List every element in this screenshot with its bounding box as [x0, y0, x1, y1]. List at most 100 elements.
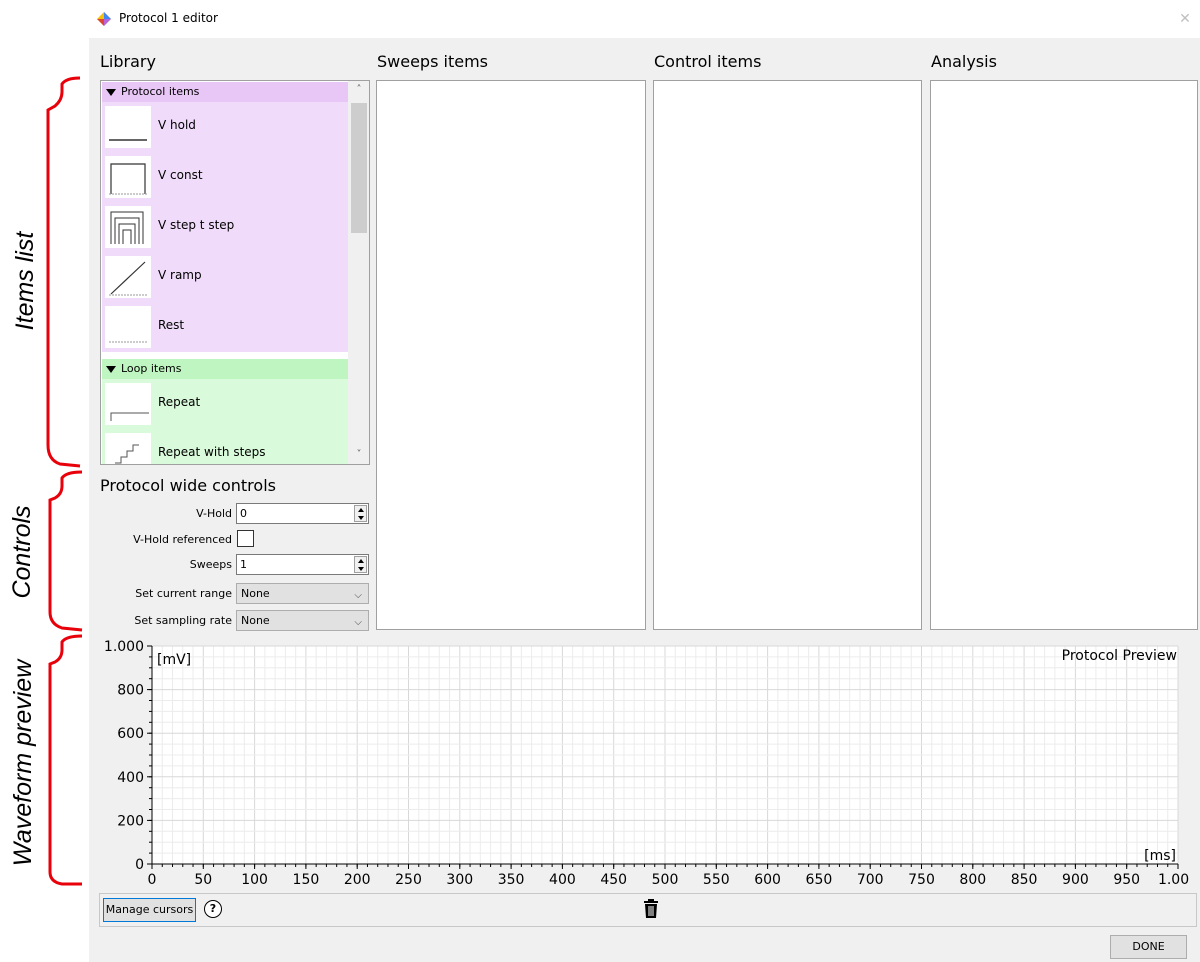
x-tick-label: 300 — [446, 872, 473, 888]
x-tick-label: 50 — [194, 872, 212, 888]
library-item-v-ramp[interactable]: V ramp — [102, 252, 348, 302]
sampling-rate-label: Set sampling rate — [134, 614, 232, 627]
x-tick-label: 0 — [148, 872, 157, 888]
scroll-down-icon[interactable]: ˅ — [348, 446, 369, 464]
chevron-down-icon: ⌵ — [354, 590, 362, 601]
chart-svg: 0 50 100 150 200 250 300 350 400 450 500 550 600 650 7… — [104, 639, 1190, 888]
x-tick-label: 250 — [395, 872, 422, 888]
close-icon[interactable]: ✕ — [1170, 0, 1200, 38]
manage-cursors-button[interactable]: Manage cursors — [103, 898, 196, 922]
done-button[interactable]: DONE — [1110, 935, 1187, 959]
section-title: Protocol items — [121, 85, 200, 98]
y-tick-label: 600 — [117, 726, 144, 742]
x-tick-label: 850 — [1011, 872, 1038, 888]
controls-bracket — [48, 470, 83, 632]
x-tick-label: 450 — [600, 872, 627, 888]
chart-toolbar: Manage cursors ? — [99, 893, 1197, 927]
library-item-label: V const — [158, 168, 203, 182]
x-axis-label: [ms] — [1144, 848, 1176, 864]
library-item-rest[interactable]: Rest — [102, 302, 348, 352]
x-tick-label: 800 — [959, 872, 986, 888]
controls-annotation: Controls — [8, 505, 36, 599]
items-list-annotation: Items list — [11, 231, 39, 331]
current-range-label: Set current range — [135, 587, 232, 600]
y-tick-label: 400 — [117, 770, 144, 786]
sweeps-items-panel[interactable] — [376, 80, 646, 630]
library-item-label: V step t step — [158, 218, 235, 232]
protocol-wide-controls-heading: Protocol wide controls — [100, 476, 276, 495]
x-tick-label: 100 — [241, 872, 268, 888]
x-tick-label: 900 — [1062, 872, 1089, 888]
library-item-v-hold[interactable]: V hold — [102, 102, 348, 152]
v-step-icon — [105, 206, 151, 248]
library-item-label: V hold — [158, 118, 196, 132]
vhold-referenced-checkbox[interactable] — [237, 530, 254, 547]
x-tick-label: 200 — [344, 872, 371, 888]
help-icon[interactable]: ? — [204, 900, 222, 918]
control-items-panel[interactable] — [653, 80, 922, 630]
library-scrollbar[interactable]: ˄ ˅ — [348, 81, 369, 464]
screenshot-root: Items list Controls Waveform preview Pro… — [0, 0, 1200, 962]
v-ramp-icon — [105, 256, 151, 298]
x-tick-label: 950 — [1113, 872, 1140, 888]
y-axis-label: [mV] — [157, 652, 191, 668]
rest-icon — [105, 306, 151, 348]
trash-icon[interactable] — [643, 899, 659, 919]
x-tick-label: 550 — [703, 872, 730, 888]
x-tick-label: 700 — [857, 872, 884, 888]
vhold-spinbox[interactable]: 0 — [236, 503, 369, 524]
title-bar[interactable]: Protocol 1 editor ✕ — [89, 0, 1200, 38]
sweeps-label: Sweeps — [189, 558, 232, 571]
y-tick-label: 0 — [135, 857, 144, 873]
sampling-rate-select[interactable]: None ⌵ — [236, 610, 369, 631]
analysis-panel[interactable] — [930, 80, 1198, 630]
library-item-repeat-steps[interactable]: Repeat with steps — [102, 429, 348, 464]
vhold-referenced-label: V-Hold referenced — [133, 533, 232, 546]
sweeps-spinbox[interactable]: 1 — [236, 554, 369, 575]
collapse-triangle-icon — [106, 365, 116, 373]
protocol-items-header[interactable]: Protocol items — [102, 82, 348, 102]
loop-items-header[interactable]: Loop items — [102, 359, 348, 379]
x-tick-label: 650 — [806, 872, 833, 888]
control-heading: Control items — [654, 52, 762, 71]
repeat-icon — [105, 383, 151, 425]
repeat-steps-icon — [105, 433, 151, 464]
library-item-label: Repeat — [158, 395, 201, 409]
sweeps-value[interactable]: 1 — [240, 558, 247, 571]
x-tick-label: 500 — [652, 872, 679, 888]
vhold-value[interactable]: 0 — [240, 507, 247, 520]
library-item-v-const[interactable]: V const — [102, 152, 348, 202]
items-list-bracket — [46, 76, 81, 468]
v-hold-icon — [105, 106, 151, 148]
library-item-v-step[interactable]: V step t step — [102, 202, 348, 252]
chevron-down-icon: ⌵ — [354, 617, 362, 628]
waveform-bracket — [48, 634, 83, 886]
y-tick-label: 200 — [117, 813, 144, 829]
chart-title: Protocol Preview — [1061, 648, 1177, 664]
scroll-up-icon[interactable]: ˄ — [348, 81, 369, 99]
y-tick-label: 800 — [117, 683, 144, 699]
v-const-icon — [105, 156, 151, 198]
y-tick-label: 1.000 — [104, 639, 144, 655]
spin-arrows-icon[interactable] — [354, 505, 367, 522]
waveform-annotation: Waveform preview — [9, 659, 37, 867]
scrollbar-thumb[interactable] — [351, 103, 367, 233]
spin-arrows-icon[interactable] — [354, 556, 367, 573]
sampling-rate-value: None — [241, 614, 270, 627]
library-item-label: Repeat with steps — [158, 445, 266, 459]
x-tick-label: 400 — [549, 872, 576, 888]
library-item-label: V ramp — [158, 268, 202, 282]
x-tick-label: 750 — [908, 872, 935, 888]
library-list[interactable]: Protocol items V hold V const V step t s… — [100, 80, 370, 465]
x-tick-label: 350 — [498, 872, 525, 888]
current-range-select[interactable]: None ⌵ — [236, 583, 369, 604]
current-range-value: None — [241, 587, 270, 600]
library-item-repeat[interactable]: Repeat — [102, 379, 348, 429]
section-title: Loop items — [121, 362, 182, 375]
analysis-heading: Analysis — [931, 52, 997, 71]
library-item-label: Rest — [158, 318, 185, 332]
vhold-label: V-Hold — [196, 507, 232, 520]
waveform-preview-chart[interactable]: 0 50 100 150 200 250 300 350 400 450 500 550 600 650 7… — [100, 638, 1190, 888]
x-tick-label: 600 — [754, 872, 781, 888]
x-tick-label: 1.000 — [1158, 872, 1190, 888]
